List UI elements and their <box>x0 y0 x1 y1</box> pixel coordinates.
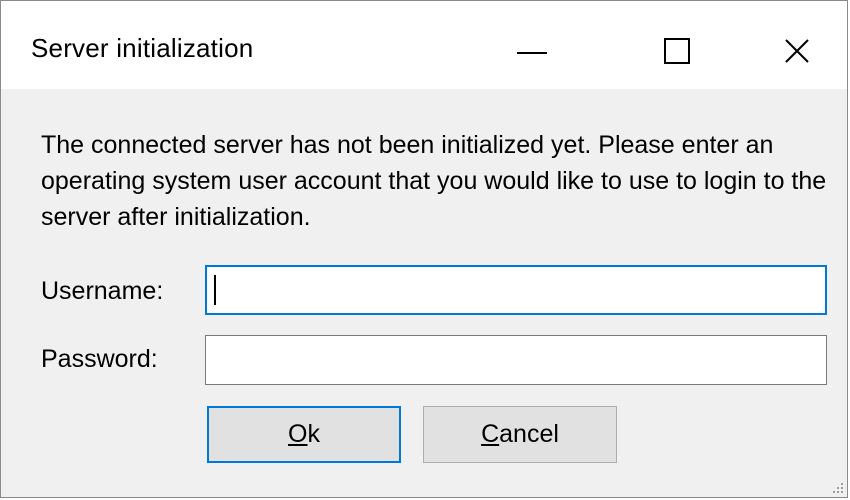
username-input[interactable] <box>205 265 827 315</box>
cancel-accel: C <box>481 420 500 448</box>
info-message: The connected server has not been initia… <box>41 131 827 231</box>
ok-button[interactable]: Ok <box>207 406 401 463</box>
password-input[interactable] <box>205 335 827 385</box>
close-button[interactable] <box>741 1 849 89</box>
cancel-label-rest: ancel <box>499 420 559 448</box>
password-label: Password: <box>41 345 158 373</box>
maximize-button[interactable] <box>621 1 729 89</box>
dialog-window: Server initialization The connected serv… <box>0 0 848 498</box>
minimize-button[interactable] <box>475 1 583 89</box>
ok-accel: O <box>288 420 308 448</box>
window-title: Server initialization <box>31 33 254 63</box>
close-icon <box>785 39 809 63</box>
minimize-icon <box>517 52 547 54</box>
username-label: Username: <box>41 277 164 305</box>
maximize-icon <box>664 38 690 64</box>
text-caret <box>214 275 216 305</box>
resize-grip-icon[interactable] <box>831 481 845 495</box>
title-bar[interactable]: Server initialization <box>1 1 847 89</box>
ok-label-rest: k <box>307 420 320 448</box>
cancel-button[interactable]: Cancel <box>423 406 617 463</box>
